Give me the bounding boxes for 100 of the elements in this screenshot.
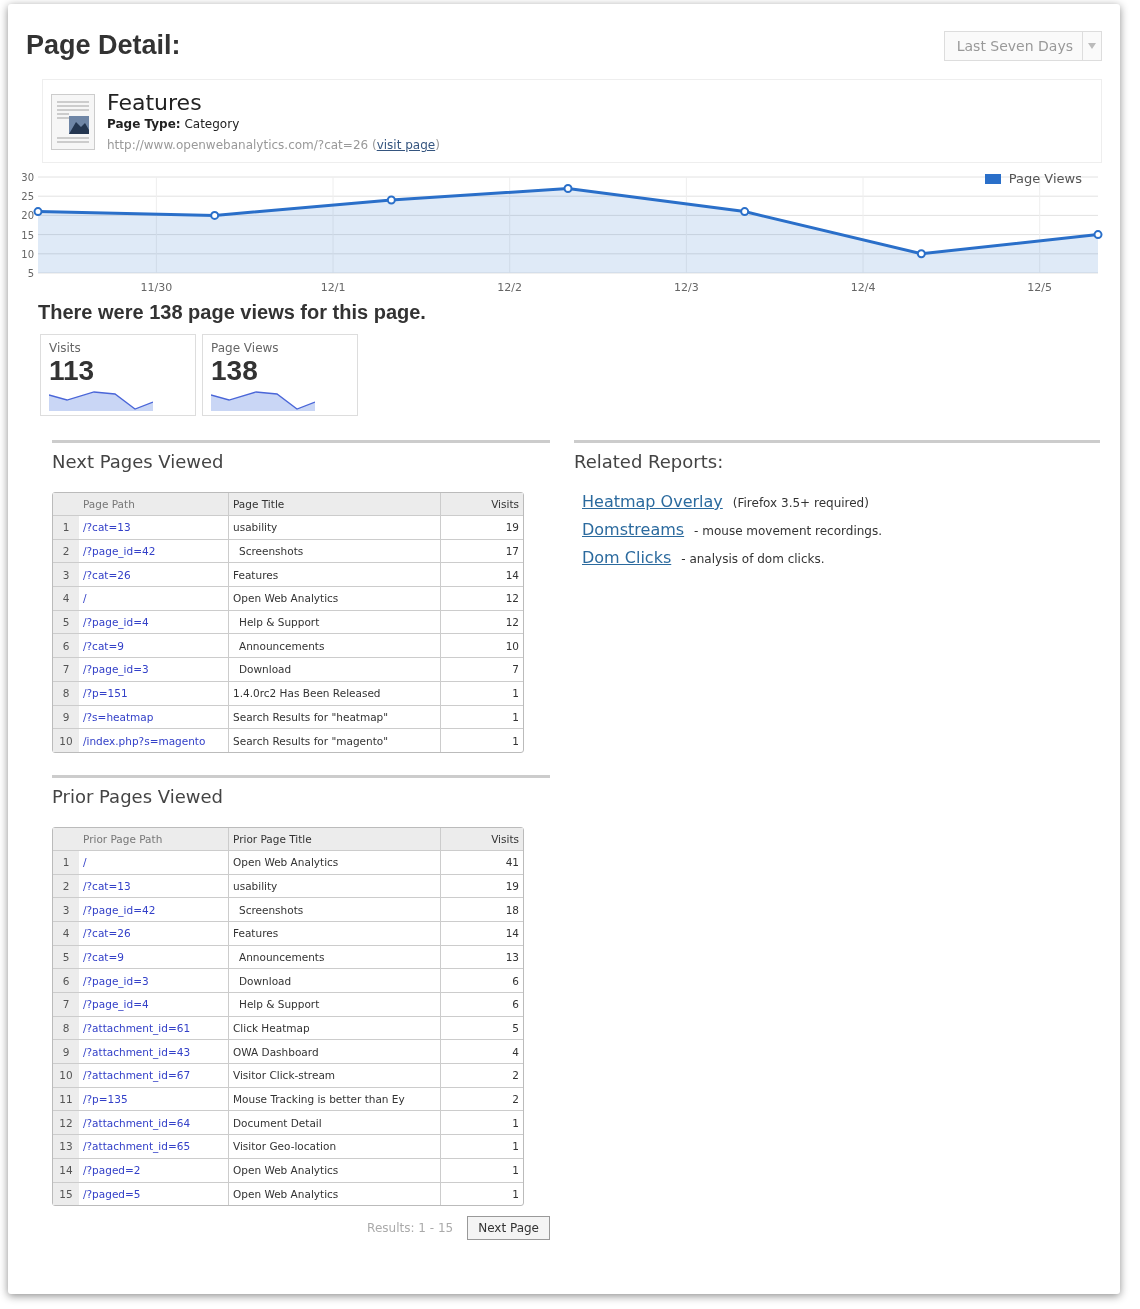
table-cell-text: 17: [504, 544, 520, 560]
visit-page-link[interactable]: visit page: [376, 138, 436, 152]
row-number: 3: [53, 563, 79, 587]
paren: (: [372, 138, 377, 152]
row-number: 9: [53, 1040, 79, 1064]
data-point: [916, 249, 926, 259]
page-path-link[interactable]: /?attachment_id=64: [83, 1116, 191, 1129]
caret-icon: [1088, 42, 1096, 49]
table-cell-text: 1: [511, 686, 520, 702]
page-path-link[interactable]: /?cat=26: [83, 568, 131, 581]
page-path-link[interactable]: /?page_id=42: [83, 545, 156, 558]
page-type-label: Page Type:: [107, 117, 181, 131]
report-note: (Firefox 3.5+ required): [732, 496, 869, 510]
table-cell-text: 10: [504, 638, 520, 654]
table-cell: Features: [229, 921, 441, 945]
page-path-link[interactable]: /?page_id=3: [83, 663, 149, 676]
page-path-link[interactable]: /?paged=2: [83, 1164, 141, 1177]
page-path-link[interactable]: /?page_id=42: [83, 903, 156, 916]
report-note: - mouse movement recordings.: [694, 524, 882, 538]
table-cell-text: 1: [511, 1186, 520, 1202]
row-number: 8: [53, 1016, 79, 1040]
table-cell-text: 1: [511, 733, 520, 749]
table-cell: Help & Support: [229, 610, 441, 634]
row-number: 7: [53, 658, 79, 681]
row-number: 10: [53, 1064, 79, 1087]
page-path-link[interactable]: /index.php?s=magento: [83, 734, 206, 747]
y-tick-label: 5: [27, 268, 34, 279]
column-header[interactable]: Prior Page Title: [229, 827, 441, 850]
table-cell-text: 2: [511, 1068, 520, 1084]
column-header[interactable]: Page Path: [79, 493, 229, 515]
table-cell-text: 2: [511, 1092, 520, 1108]
table-cell-text: 7: [511, 662, 520, 678]
next-page-button[interactable]: Next Page: [467, 1216, 550, 1241]
page-path-link[interactable]: /?page_id=4: [83, 998, 149, 1011]
table-cell-text: 14: [504, 926, 520, 942]
page-path-link[interactable]: /?cat=13: [83, 521, 131, 534]
column-header[interactable]: Visits: [441, 493, 523, 515]
x-tick-label: 12/4: [850, 281, 876, 294]
page-path-link[interactable]: /?paged=5: [83, 1187, 141, 1200]
legend-label: Page Views: [1008, 171, 1082, 186]
row-number: 5: [53, 610, 79, 634]
table-cell-text: 12: [504, 591, 520, 607]
table-cell: Download: [229, 969, 441, 992]
page-path-link[interactable]: /?cat=26: [83, 927, 131, 940]
page-path-link[interactable]: /?attachment_id=67: [83, 1069, 191, 1082]
page-path-link[interactable]: /?page_id=4: [83, 616, 149, 629]
report-link[interactable]: Dom Clicks: [582, 548, 672, 567]
row-number: 10: [53, 729, 79, 752]
table-cell: Mouse Tracking is better than Ey: [229, 1087, 441, 1111]
page-path-link[interactable]: /?attachment_id=65: [83, 1140, 191, 1153]
table-cell-text: 1: [511, 1163, 520, 1179]
page-path-link[interactable]: /?cat=9: [83, 950, 124, 963]
x-tick-label: 12/2: [497, 281, 523, 294]
data-point: [563, 184, 573, 193]
sparkline-icon: [211, 389, 315, 411]
table-cell: Visitor Click-stream: [229, 1064, 441, 1087]
table-cell-text: 6: [511, 997, 520, 1013]
page-path-link[interactable]: /: [83, 856, 87, 869]
page-path-link[interactable]: /?cat=13: [83, 879, 131, 892]
report-link[interactable]: Domstreams: [582, 520, 685, 539]
y-tick-label: 30: [21, 172, 34, 183]
data-point: [1093, 230, 1103, 240]
table-cell: Search Results for "magento": [229, 729, 441, 752]
table-cell-text: 1: [511, 1115, 520, 1131]
table-cell: Download: [229, 658, 441, 681]
column-header[interactable]: Page Title: [229, 493, 441, 515]
table-cell: Visitor Geo-location: [229, 1135, 441, 1158]
page-path-link[interactable]: /?cat=9: [83, 639, 124, 652]
row-number: 7: [53, 993, 79, 1016]
row-number: 13: [53, 1135, 79, 1158]
page-path-link[interactable]: /?s=heatmap: [83, 710, 154, 723]
table-cell: Screenshots: [229, 898, 441, 921]
page-type-value: Category: [184, 117, 240, 131]
table-cell-text: 41: [504, 855, 520, 871]
table-cell: Open Web Analytics: [229, 850, 441, 874]
page-path-link[interactable]: /?attachment_id=43: [83, 1045, 191, 1058]
table-cell: Announcements: [229, 634, 441, 658]
page-title: Page Detail:: [26, 30, 181, 61]
x-tick-label: 12/5: [1027, 281, 1053, 294]
table-cell: usability: [229, 516, 441, 539]
report-note: - analysis of dom clicks.: [681, 552, 825, 566]
page-path-link[interactable]: /?attachment_id=61: [83, 1022, 191, 1035]
table-cell: Features: [229, 563, 441, 587]
page-path-link[interactable]: /?p=151: [83, 687, 128, 700]
table-cell: Help & Support: [229, 993, 441, 1016]
data-point: [740, 207, 750, 217]
page-path-link[interactable]: /?p=135: [83, 1093, 128, 1106]
page-path-link[interactable]: /?page_id=3: [83, 974, 149, 987]
report-link[interactable]: Heatmap Overlay: [582, 492, 723, 511]
column-header[interactable]: Visits: [441, 827, 523, 850]
page-path-link[interactable]: /: [83, 592, 87, 605]
y-tick-label: 25: [21, 191, 34, 203]
summary-heading: There were 138 page views for this page.: [38, 301, 427, 324]
data-point: [33, 207, 43, 217]
page-name: Features: [107, 90, 203, 115]
row-number: 5: [53, 945, 79, 969]
section-heading: Prior Pages Viewed: [52, 774, 550, 807]
row-number: 8: [53, 681, 79, 705]
table-cell: Search Results for "heatmap": [229, 705, 441, 729]
column-header[interactable]: Prior Page Path: [79, 827, 229, 850]
